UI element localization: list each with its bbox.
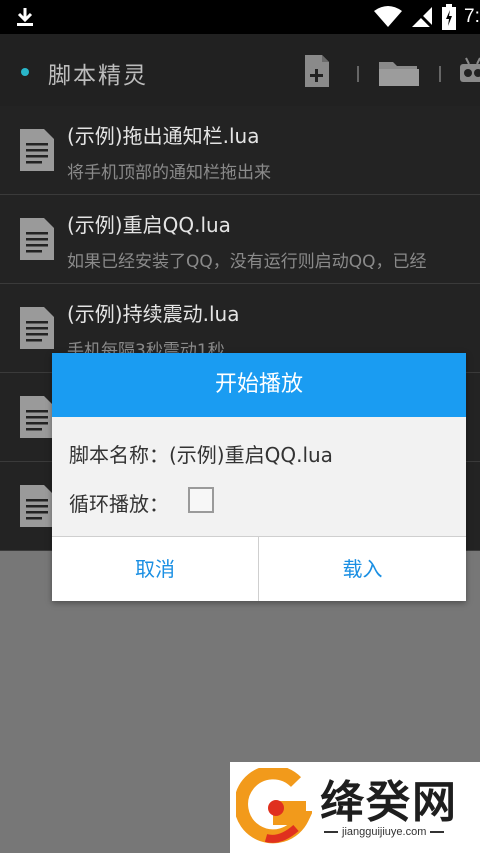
new-file-icon[interactable] [303, 55, 331, 87]
toolbar-separator [439, 66, 441, 82]
list-item[interactable]: (示例)重启QQ.lua 如果已经安装了QQ，没有运行则启动QQ，已经 [0, 195, 480, 284]
script-description: 将手机顶部的通知栏拖出来 [67, 163, 271, 183]
watermark: 绛癸网 jiangguijiuye.com [230, 762, 480, 853]
watermark-name: 绛癸网 [320, 777, 458, 828]
battery-icon [442, 4, 456, 30]
cancel-button[interactable]: 取消 [52, 537, 259, 601]
download-icon [17, 8, 33, 26]
app-title: 脚本精灵 [48, 63, 148, 89]
dialog-title: 开始播放 [52, 353, 466, 417]
script-title: (示例)持续震动.lua [67, 302, 240, 326]
script-file-icon [20, 485, 54, 527]
script-file-icon [20, 307, 54, 349]
wifi-icon [374, 6, 402, 27]
loop-label: 循环播放： [69, 492, 169, 516]
play-dialog: 开始播放 脚本名称：(示例)重启QQ.lua 循环播放： 取消 载入 [52, 353, 466, 601]
script-file-icon [20, 129, 54, 171]
script-title: (示例)重启QQ.lua [67, 213, 231, 237]
status-bar: 7: [0, 0, 480, 34]
robot-icon[interactable] [458, 56, 480, 86]
watermark-url-text: jiangguijiuye.com [342, 826, 427, 838]
loop-checkbox[interactable] [188, 487, 214, 513]
load-button[interactable]: 载入 [259, 537, 466, 601]
watermark-logo-icon [236, 768, 312, 844]
toolbar: 脚本精灵 [0, 34, 480, 106]
signal-icon [410, 6, 434, 28]
script-file-icon [20, 396, 54, 438]
dialog-buttons: 取消 载入 [52, 536, 466, 601]
toolbar-separator [357, 66, 359, 82]
status-dot [21, 68, 29, 76]
clock: 7: [464, 6, 480, 27]
list-item[interactable]: (示例)拖出通知栏.lua 将手机顶部的通知栏拖出来 [0, 106, 480, 195]
script-description: 如果已经安装了QQ，没有运行则启动QQ，已经 [67, 252, 427, 272]
folder-icon[interactable] [379, 58, 419, 86]
watermark-url: jiangguijiuye.com [320, 826, 448, 838]
script-title: (示例)拖出通知栏.lua [67, 124, 260, 148]
script-name-label: 脚本名称：(示例)重启QQ.lua [69, 443, 333, 467]
script-file-icon [20, 218, 54, 260]
